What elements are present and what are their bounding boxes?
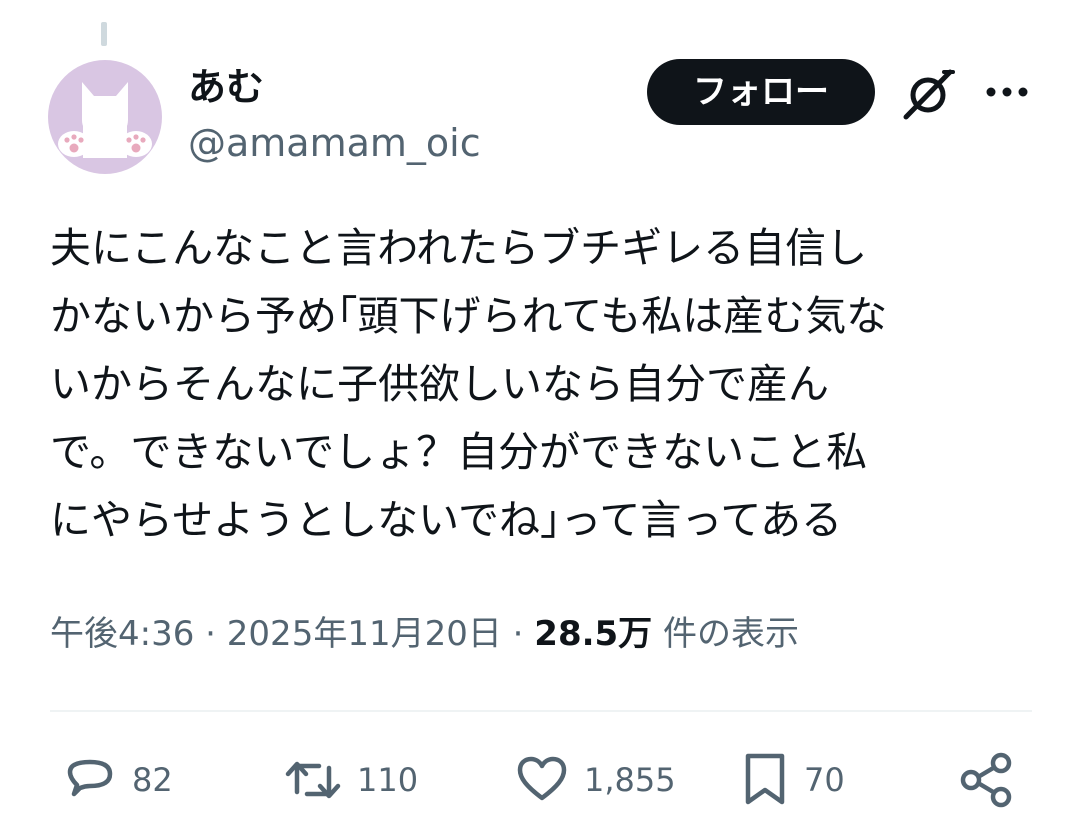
author-display-name[interactable]: あむ (188, 62, 264, 112)
tweet-time[interactable]: 午後4:36 (50, 614, 194, 654)
follow-button[interactable]: フォロー (647, 59, 875, 125)
tweet-metadata: 午後4:36 · 2025年11月20日 · 28.5万 件の表示 (50, 608, 799, 660)
cat-avatar-icon (58, 82, 152, 158)
views-count[interactable]: 28.5万 (534, 614, 652, 654)
meta-separator: · (205, 614, 216, 654)
tweet-text-line: にやらせようとしないでね｣って言ってある (50, 496, 843, 544)
bookmark-icon (745, 753, 785, 805)
bookmark-count: 70 (804, 761, 845, 799)
retweet-icon (285, 761, 341, 799)
like-button[interactable]: 1,855 (514, 752, 676, 808)
tweet-text-line: 夫にこんなこと言われたらブチギレる自信し (50, 224, 868, 272)
reply-button[interactable]: 82 (62, 752, 173, 808)
retweet-count: 110 (357, 761, 419, 799)
tweet-text-line: いからそんなに子供欲しいなら自分で産ん (50, 360, 829, 408)
grok-icon[interactable] (900, 64, 958, 122)
tweet-text-line: で。できないでしょ？自分ができないこと私 (50, 428, 868, 476)
reply-count: 82 (132, 761, 173, 799)
tweet-date[interactable]: 2025年11月20日 (227, 614, 502, 654)
tweet-text-line: かないから予め｢頭下げられても私は産む気な (50, 292, 888, 340)
heart-icon (517, 756, 567, 801)
divider (50, 710, 1032, 712)
retweet-button[interactable]: 110 (283, 752, 418, 808)
avatar[interactable] (48, 60, 162, 174)
thread-connector-line (101, 22, 107, 46)
views-label: 件の表示 (663, 614, 799, 654)
more-icon[interactable] (982, 72, 1032, 112)
like-count: 1,855 (584, 761, 676, 799)
bookmark-button[interactable]: 70 (740, 752, 845, 808)
meta-separator: · (512, 614, 524, 654)
share-button[interactable] (958, 752, 1016, 808)
tweet-text: 夫にこんなこと言われたらブチギレる自信し かないから予め｢頭下げられても私は産む… (50, 214, 1040, 554)
author-handle[interactable]: @amamam_oic (188, 118, 481, 168)
reply-icon (67, 759, 113, 797)
share-icon (960, 752, 1012, 808)
